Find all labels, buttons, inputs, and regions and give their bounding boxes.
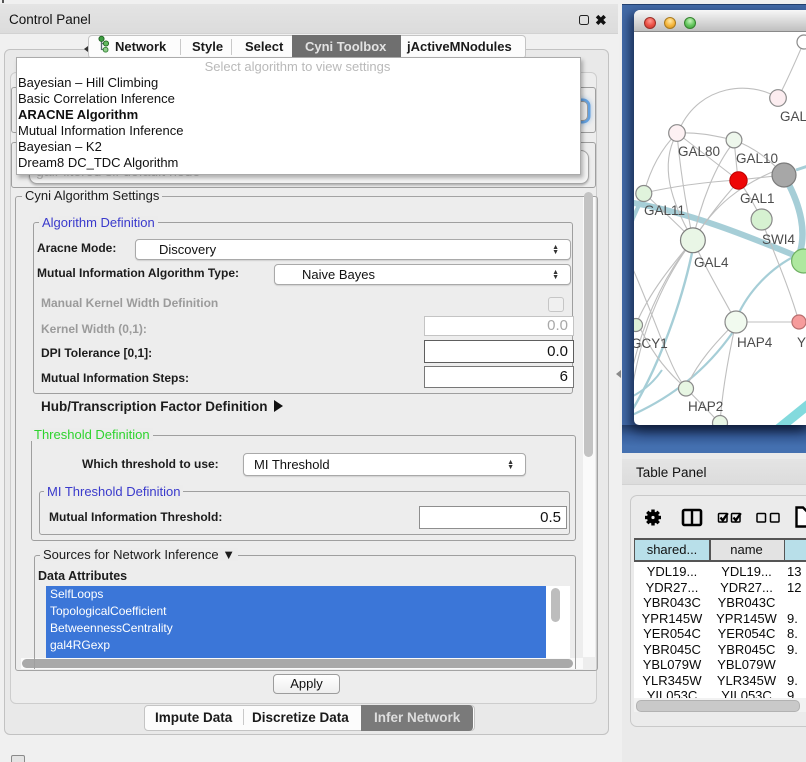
svg-text:GAL11: GAL11 (644, 203, 685, 218)
svg-text:GCY1: GCY1 (634, 336, 668, 351)
svg-text:GAL10: GAL10 (736, 151, 778, 166)
svg-text:Y: Y (797, 335, 806, 350)
svg-text:GAL1: GAL1 (740, 191, 775, 206)
svg-text:SWI4: SWI4 (762, 232, 795, 247)
svg-text:GAL4: GAL4 (694, 255, 729, 270)
svg-text:GAL80: GAL80 (678, 144, 720, 159)
svg-text:HAP4: HAP4 (737, 335, 773, 350)
svg-text:HAP2: HAP2 (688, 399, 723, 414)
svg-text:GAL: GAL (780, 109, 806, 124)
